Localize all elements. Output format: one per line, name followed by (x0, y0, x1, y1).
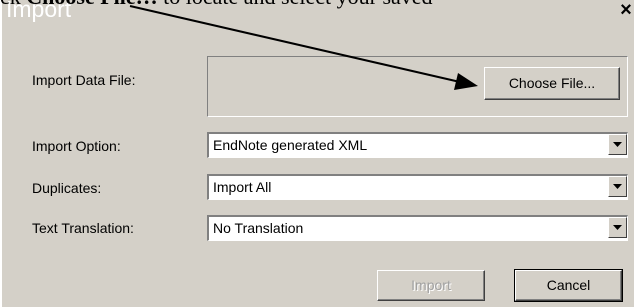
annotation-arrow (129, 5, 478, 90)
